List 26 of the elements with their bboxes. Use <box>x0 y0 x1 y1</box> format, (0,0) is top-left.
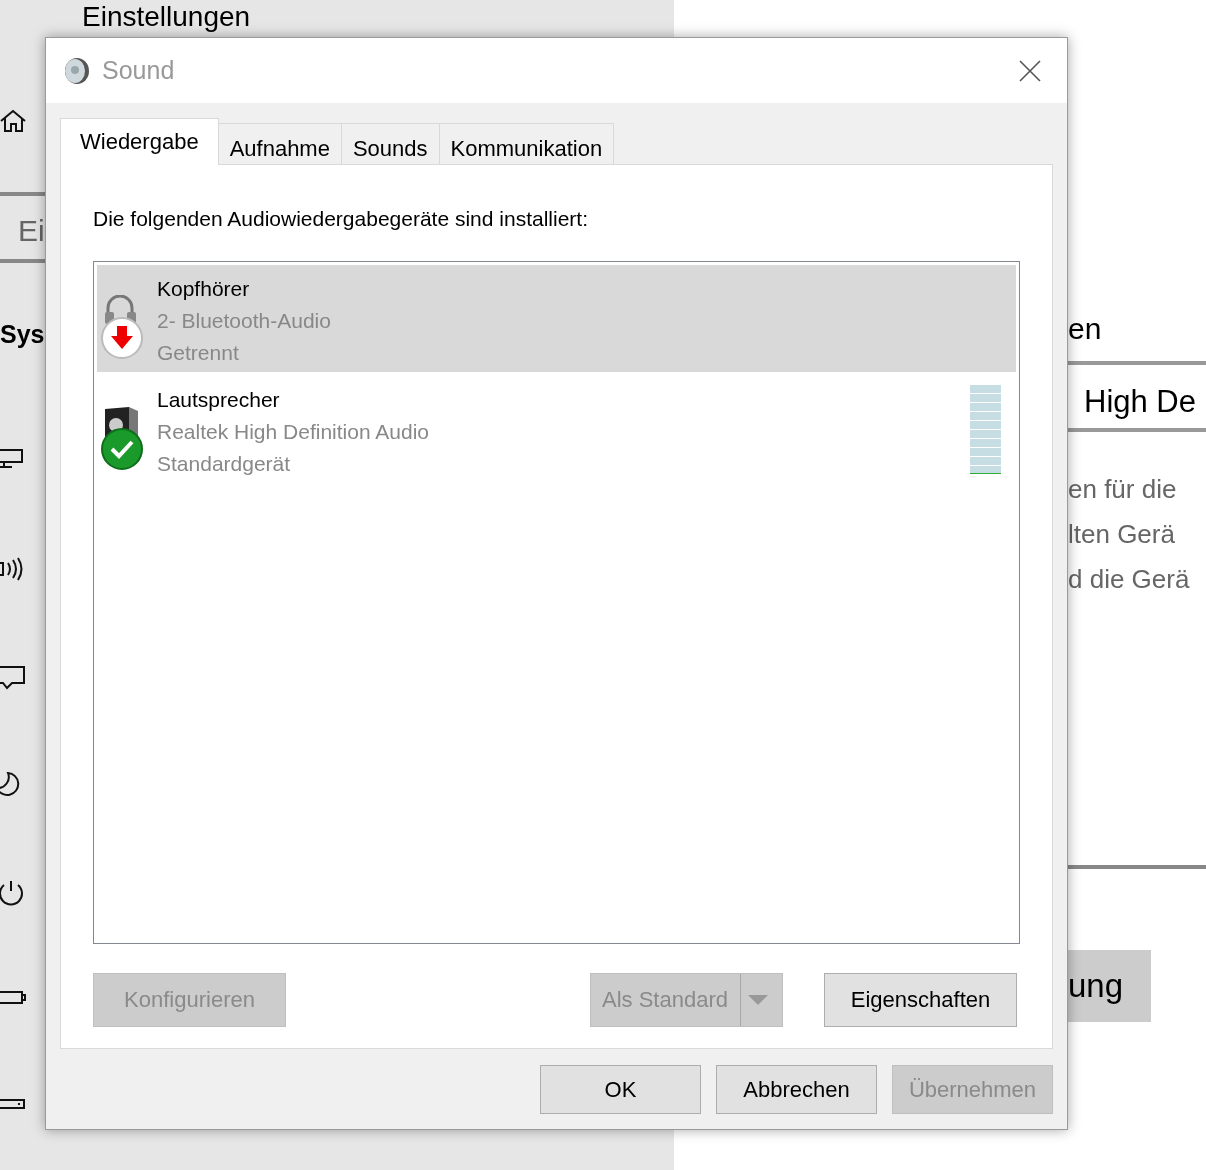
description-line: d die Gerä <box>1068 563 1190 596</box>
message-icon[interactable] <box>0 665 28 691</box>
description-line: lten Gerä <box>1068 518 1175 551</box>
search-text: Ei <box>18 213 45 249</box>
field-label: en <box>1068 311 1102 347</box>
close-icon[interactable] <box>1019 59 1041 82</box>
intro-text: Die folgenden Audiowiedergabegeräte sind installiert: <box>93 206 589 232</box>
section-heading: Sys <box>0 319 45 350</box>
home-icon[interactable] <box>0 109 28 135</box>
device-driver: 2- Bluetooth-Audio <box>157 307 332 334</box>
device-driver: Realtek High Definition Audio <box>157 418 430 445</box>
tab[interactable]: Kommunikation <box>438 123 615 164</box>
button[interactable]: Eigenschaften <box>824 972 1017 1027</box>
device-name: Kopfhörer <box>157 275 251 302</box>
settings-button[interactable]: ung <box>1068 950 1151 1022</box>
page-title: Einstellungen <box>82 1 251 33</box>
device-name: Lautsprecher <box>157 386 281 413</box>
description-line: en für die <box>1068 473 1177 506</box>
window-title: Sound <box>102 54 175 86</box>
device-row[interactable]: Kopfhörer 2- Bluetooth-Audio Getrennt <box>97 264 1016 372</box>
button[interactable]: Abbrechen <box>716 1065 877 1114</box>
device-status: Getrennt <box>157 339 240 366</box>
button[interactable]: OK <box>540 1065 701 1114</box>
tab[interactable]: Wiedergabe <box>60 118 219 165</box>
dropdown-value: High De <box>1084 383 1196 421</box>
device-status: Standardgerät <box>157 450 292 477</box>
